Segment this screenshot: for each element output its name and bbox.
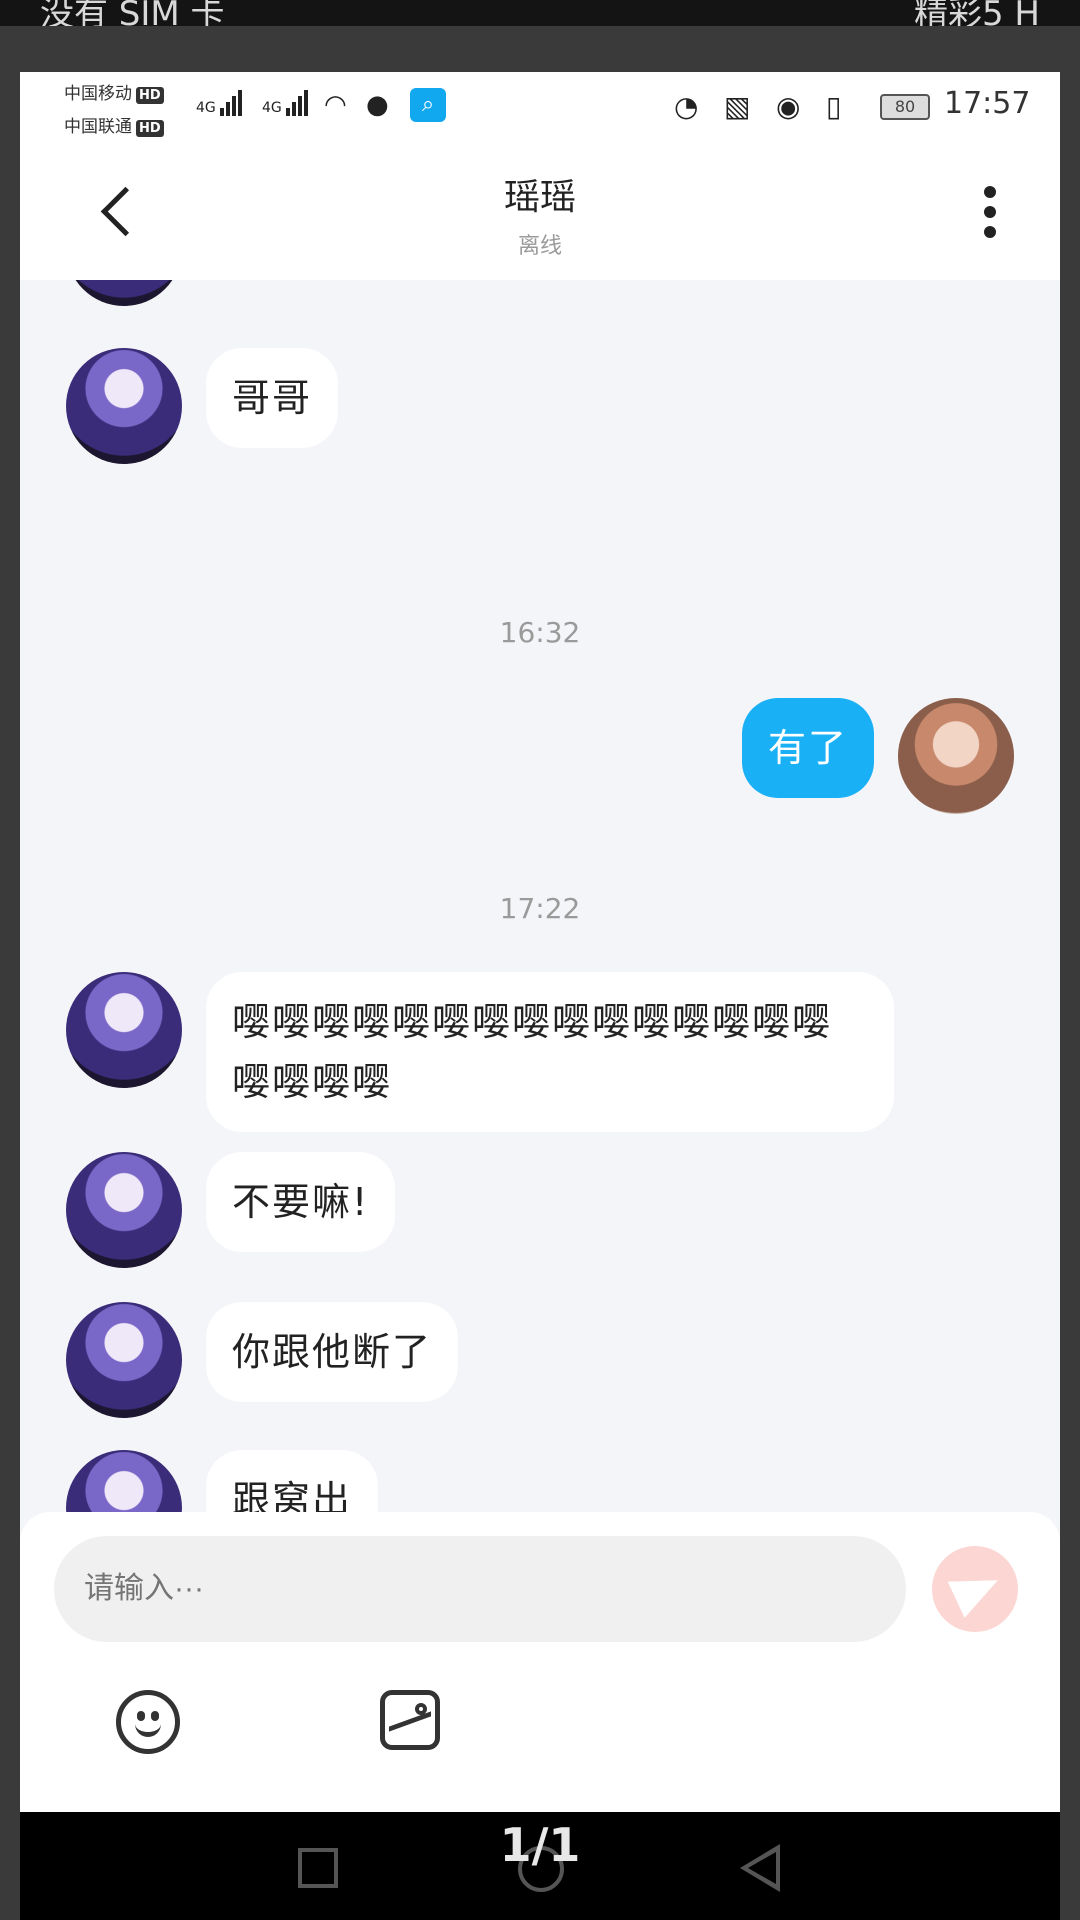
- avatar[interactable]: [66, 348, 182, 464]
- viewer-top-left: 没有 SIM 卡: [40, 0, 225, 26]
- avatar[interactable]: [66, 1450, 182, 1520]
- message-bubble[interactable]: 你跟他断了: [206, 1302, 459, 1402]
- contact-name: 瑶瑶: [503, 177, 576, 218]
- phone-screen: 中国移动 HD 中国联通 HD 4G 4G ◠ ● ⌕ ◔ ▧ ◉ ▯ 80 17:…: [20, 72, 1060, 1812]
- input-area: [20, 1512, 1060, 1812]
- image-icon[interactable]: [380, 1690, 440, 1750]
- clock: 17:57: [944, 86, 1031, 121]
- signal-icon: 4G: [196, 90, 244, 116]
- data-saver-icon: ◔: [674, 90, 699, 123]
- wechat-icon: ●: [366, 90, 389, 120]
- carrier-info: 中国移动 HD 中国联通 HD: [64, 78, 164, 144]
- send-icon[interactable]: [932, 1546, 1018, 1632]
- message-bubble[interactable]: 哥哥: [206, 348, 339, 448]
- status-bar: 中国移动 HD 中国联通 HD 4G 4G ◠ ● ⌕ ◔ ▧ ◉ ▯ 80 17:…: [20, 72, 1060, 142]
- contact-status: 离线: [517, 234, 562, 259]
- wifi-icon: ◠: [324, 90, 347, 120]
- chat-header: 瑶瑶 离线: [20, 142, 1060, 280]
- message-bubble-mine[interactable]: 有了: [741, 698, 874, 798]
- message-bubble[interactable]: 嘤嘤嘤嘤嘤嘤嘤嘤嘤嘤嘤嘤嘤嘤嘤嘤嘤嘤嘤: [206, 972, 894, 1132]
- avatar[interactable]: [66, 972, 182, 1088]
- avatar[interactable]: [66, 1302, 182, 1418]
- viewer-top-bar: 没有 SIM 卡 精彩5 H: [0, 0, 1080, 26]
- message-input[interactable]: [54, 1536, 906, 1642]
- timestamp: 17:22: [499, 892, 581, 925]
- eye-icon: ◉: [776, 90, 801, 123]
- avatar[interactable]: [66, 1152, 182, 1268]
- timestamp: 16:32: [499, 616, 581, 649]
- briefcase-off-icon: ▧: [724, 90, 751, 123]
- page-counter: 1/1: [499, 1818, 581, 1872]
- vibrate-icon: ▯: [826, 90, 842, 123]
- message-bubble[interactable]: 跟窝出: [206, 1450, 379, 1520]
- message-bubble[interactable]: 不要嘛!: [206, 1152, 396, 1252]
- emoji-icon[interactable]: [116, 1690, 180, 1754]
- carrier-2: 中国联通: [64, 117, 132, 137]
- signal-icon: 4G: [262, 90, 310, 116]
- carrier-1: 中国移动: [64, 84, 132, 104]
- hd-badge: HD: [136, 120, 164, 137]
- more-vertical-icon[interactable]: [980, 186, 1000, 242]
- avatar-me[interactable]: [898, 698, 1014, 814]
- search-app-icon: ⌕: [410, 88, 446, 122]
- hd-badge: HD: [136, 87, 164, 104]
- message-list[interactable]: 哥哥 16:32 有了 17:22 嘤嘤嘤嘤嘤嘤嘤嘤嘤嘤嘤嘤嘤嘤嘤嘤嘤嘤嘤 不要…: [20, 280, 1060, 1520]
- avatar[interactable]: [66, 280, 182, 306]
- battery-icon: 80: [880, 94, 930, 120]
- viewer-top-right: 精彩5 H: [913, 0, 1040, 26]
